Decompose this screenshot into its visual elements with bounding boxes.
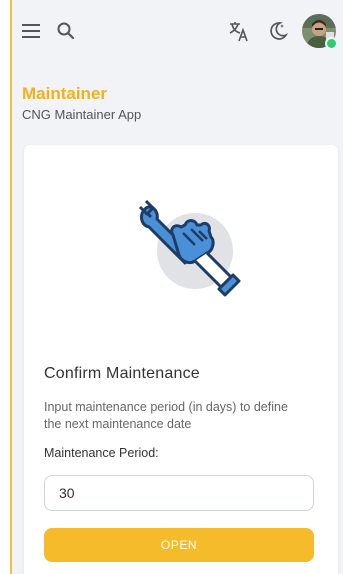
maintenance-period-label: Maintenance Period:: [44, 446, 159, 460]
search-icon[interactable]: [56, 21, 76, 41]
avatar[interactable]: [302, 14, 338, 50]
page-subtitle: CNG Maintainer App: [22, 107, 142, 122]
wrench-in-hand-icon: [138, 199, 241, 297]
card-title: Confirm Maintenance: [44, 365, 200, 382]
online-status-dot: [325, 37, 338, 50]
theme-toggle-icon[interactable]: [267, 20, 289, 42]
card-description: Input maintenance period (in days) to de…: [44, 400, 288, 431]
page-title: Maintainer: [22, 84, 108, 103]
maintenance-period-input[interactable]: [44, 475, 314, 511]
confirm-maintenance-card: Confirm Maintenance Input maintenance pe…: [24, 145, 338, 574]
app-window: Maintainer CNG Maintainer App Confirm Ma…: [10, 0, 343, 574]
top-bar: [12, 0, 343, 58]
open-button[interactable]: OPEN: [44, 528, 314, 562]
translate-icon[interactable]: [228, 20, 250, 42]
menu-icon[interactable]: [22, 24, 40, 38]
